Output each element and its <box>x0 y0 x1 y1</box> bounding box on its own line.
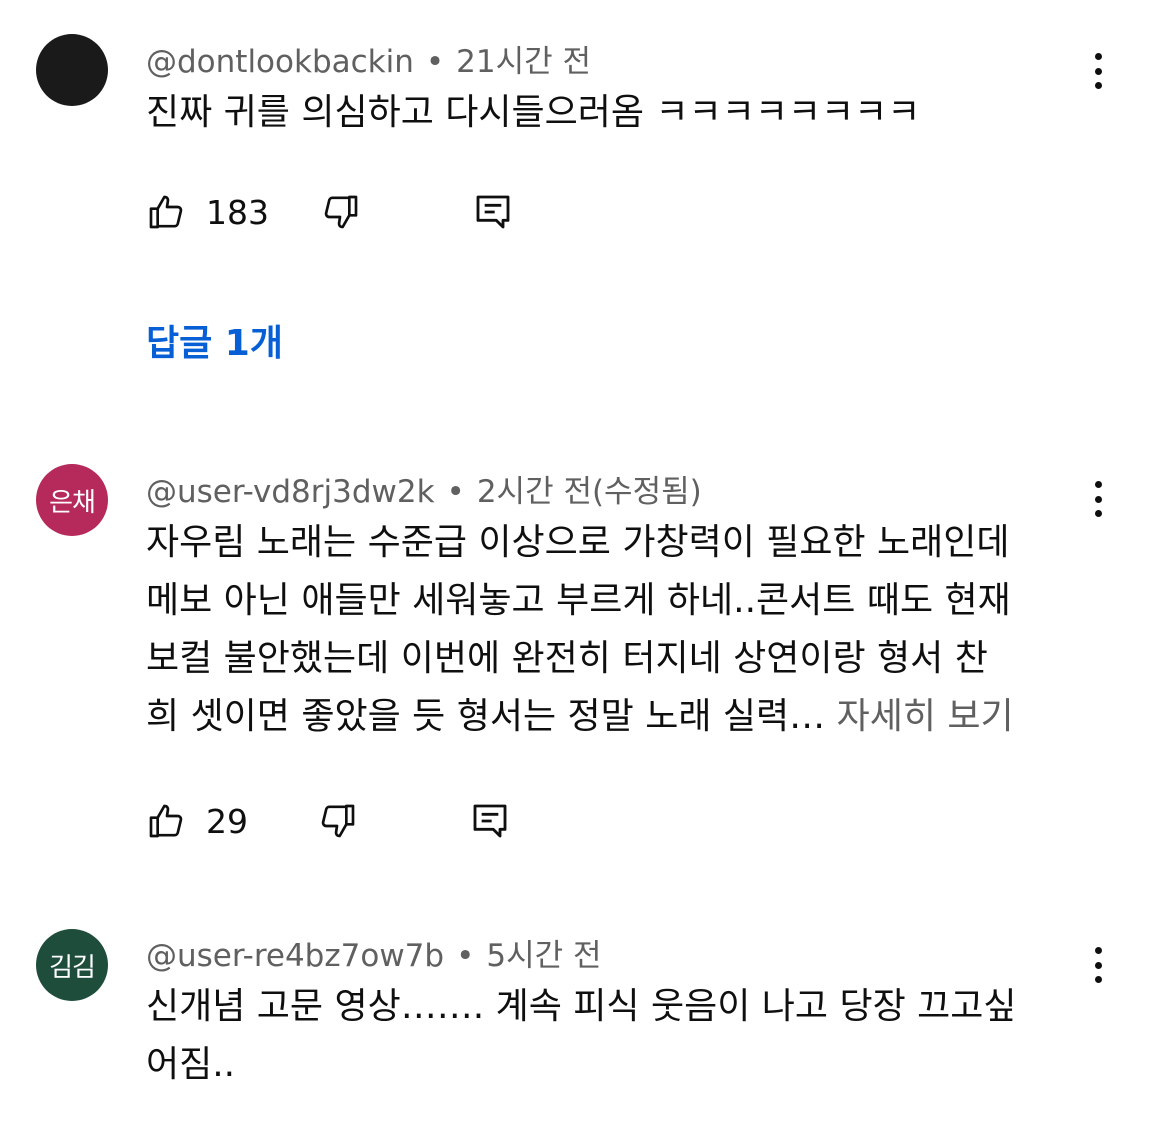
view-replies-link[interactable]: 답글 1개 <box>146 314 283 366</box>
vertical-dots-icon <box>1094 947 1102 954</box>
comment-meta: @user-vd8rj3dw2k • 2시간 전(수정됨) <box>146 466 702 511</box>
like-count: 183 <box>206 192 269 232</box>
comment-meta: @user-re4bz7ow7b • 5시간 전 <box>146 930 602 975</box>
comment-author[interactable]: @dontlookbackin <box>146 44 414 80</box>
avatar[interactable] <box>36 34 108 106</box>
thumbs-up-icon <box>146 801 186 841</box>
comment-line: 보컬 불안했는데 이번에 완전히 터지네 상연이랑 형서 찬 <box>146 638 988 679</box>
avatar-initials: 김김 <box>49 952 96 983</box>
dot <box>1094 495 1102 503</box>
dislike-button[interactable] <box>321 192 361 232</box>
reply-icon <box>470 801 510 841</box>
vertical-dots-icon <box>1094 53 1102 60</box>
vertical-dots-icon <box>1094 481 1102 488</box>
dot <box>1094 961 1102 969</box>
thumbs-down-icon <box>321 192 361 232</box>
thumbs-down-icon <box>318 801 358 841</box>
comment-line: 어짐.. <box>146 1044 236 1085</box>
comment-text: 자우림 노래는 수준급 이상으로 가창력이 필요한 노래인데 메보 아닌 애들만… <box>146 514 1096 746</box>
separator-dot: • <box>425 44 445 80</box>
reply-icon <box>473 192 513 232</box>
comment-line-text: 희 셋이면 좋았을 듯 형서는 정말 노래 실력… <box>146 696 826 737</box>
avatar-initials: 은채 <box>49 487 96 518</box>
comment-line: 희 셋이면 좋았을 듯 형서는 정말 노래 실력… 자세히 보기 <box>146 688 1096 746</box>
dislike-button[interactable] <box>318 801 358 841</box>
avatar[interactable]: 김김 <box>36 929 108 1001</box>
separator-dot: • <box>456 938 475 974</box>
like-count: 29 <box>206 801 248 841</box>
reply-button[interactable] <box>473 192 513 232</box>
reply-button[interactable] <box>470 801 510 841</box>
read-more-link[interactable]: 자세히 보기 <box>837 696 1014 737</box>
comment-time: 21시간 전 <box>456 44 592 80</box>
comment-author[interactable]: @user-re4bz7ow7b <box>146 938 444 974</box>
comment-meta: @dontlookbackin • 21시간 전 <box>146 36 591 81</box>
comment-text: 신개념 고문 영상……. 계속 피식 웃음이 나고 당장 끄고싶 어짐.. <box>146 978 1096 1094</box>
thumbs-up-icon <box>146 192 186 232</box>
comment-line: 메보 아닌 애들만 세워놓고 부르게 하네..콘서트 때도 현재 <box>146 580 1011 621</box>
comment-line: 자우림 노래는 수준급 이상으로 가창력이 필요한 노래인데 <box>146 522 1010 563</box>
like-button[interactable]: 29 <box>146 801 248 841</box>
comment-text: 진짜 귀를 의심하고 다시들으러옴 ㅋㅋㅋㅋㅋㅋㅋㅋ <box>146 84 1096 142</box>
comment-author[interactable]: @user-vd8rj3dw2k <box>146 474 435 510</box>
comment-actions: 183 <box>146 187 513 237</box>
comment-time: 2시간 전(수정됨) <box>476 474 702 510</box>
avatar[interactable]: 은채 <box>36 464 108 536</box>
like-button[interactable]: 183 <box>146 192 269 232</box>
dot <box>1094 67 1102 75</box>
separator-dot: • <box>446 474 465 510</box>
comment-line: 진짜 귀를 의심하고 다시들으러옴 ㅋㅋㅋㅋㅋㅋㅋㅋ <box>146 92 921 133</box>
comment-time: 5시간 전 <box>486 938 602 974</box>
comment-actions: 29 <box>146 796 510 846</box>
comment-line: 신개념 고문 영상……. 계속 피식 웃음이 나고 당장 끄고싶 <box>146 986 1017 1027</box>
